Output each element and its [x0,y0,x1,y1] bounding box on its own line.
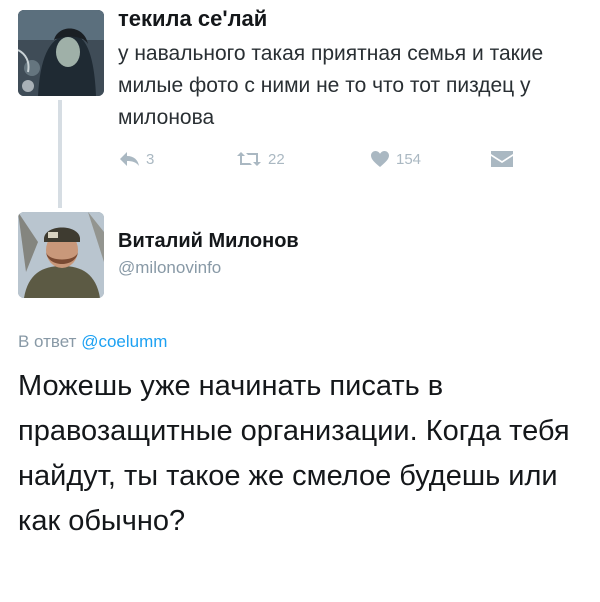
heart-icon [370,150,390,168]
reply-prefix: В ответ [18,332,77,351]
avatar[interactable] [18,10,104,96]
tweet-actions: 3 22 154 [118,150,588,176]
reply-context: В ответ @coelumm [18,332,167,352]
retweet-icon [236,150,262,168]
envelope-icon [490,150,514,168]
avatar-image-icon [18,212,104,298]
avatar-image-icon [18,10,104,96]
tweet-text: у навального такая приятная семья и таки… [118,42,544,129]
tweet-text: Можешь уже начинать писать в правозащитн… [18,370,570,537]
reply-button[interactable]: 3 [118,150,154,168]
reply-mention-link[interactable]: @coelumm [81,332,167,351]
author-name[interactable]: Виталий Милонов [118,230,299,253]
avatar[interactable] [18,212,104,298]
direct-message-button[interactable] [490,150,514,168]
author-handle[interactable]: @milonovinfo [118,258,221,278]
reply-icon [118,150,140,168]
reply-count: 3 [146,150,155,168]
like-count: 154 [396,150,422,168]
retweet-count: 22 [268,150,285,168]
like-button[interactable]: 154 [370,150,421,168]
tweet-parent: текила се'лай у навального такая приятна… [0,0,600,208]
thread-connector [58,100,62,208]
author-name[interactable]: текила се'лай [118,6,267,32]
retweet-button[interactable]: 22 [236,150,285,168]
